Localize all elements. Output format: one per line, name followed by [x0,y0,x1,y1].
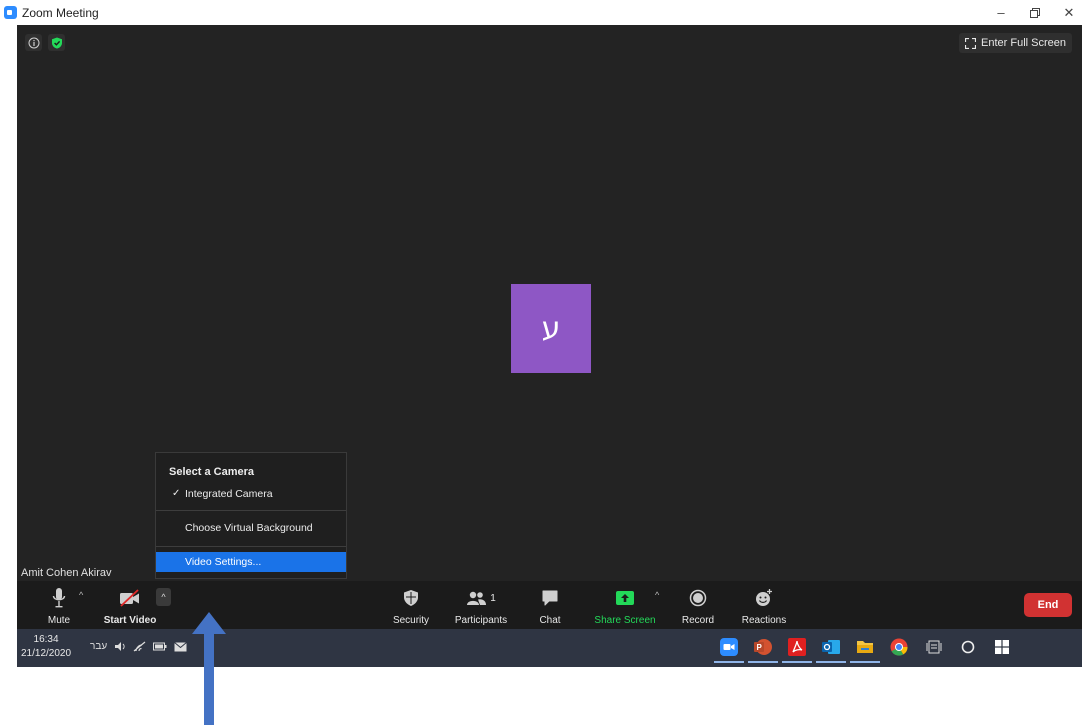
menu-item-label: Choose Virtual Background [185,522,313,534]
meeting-toolbar: Mute ^ Start Video ^ Security 1 Particip… [17,581,1082,629]
zoom-icon [720,638,738,656]
taskbar-powerpoint-app[interactable]: P [748,636,778,663]
taskbar-search-button[interactable] [957,636,979,658]
security-label: Security [392,615,430,626]
reactions-button[interactable]: Reactions [739,581,789,629]
meeting-info-button[interactable] [25,34,42,51]
video-off-icon [120,589,139,607]
shield-icon [404,590,418,606]
menu-item-video-settings[interactable]: Video Settings... [156,552,346,572]
share-screen-button[interactable]: Share Screen [592,581,658,629]
active-app-indicator [782,661,812,663]
share-screen-icon [616,591,634,605]
zoom-app-icon [4,6,17,19]
system-tray: עבר [90,641,187,652]
taskbar-chrome-app[interactable] [888,636,910,658]
mute-label: Mute [47,615,71,626]
meeting-top-icons [25,34,65,51]
encryption-shield-button[interactable] [48,34,65,51]
share-screen-label: Share Screen [594,615,656,626]
participants-label: Participants [454,615,508,626]
windows-taskbar: 16:34 21/12/2020 עבר P [17,629,1082,667]
chrome-icon [890,638,908,656]
taskbar-clock[interactable]: 16:34 21/12/2020 [21,633,71,661]
start-video-button[interactable]: Start Video [103,581,157,629]
menu-item-choose-virtual-background[interactable]: Choose Virtual Background [156,518,346,538]
reactions-label: Reactions [741,615,787,626]
fullscreen-label: Enter Full Screen [981,37,1066,49]
window-controls: – ✕ [984,0,1086,25]
keyboard-language[interactable]: עבר [90,641,107,652]
microphone-icon [52,588,66,608]
menu-divider [156,546,346,547]
audio-options-caret[interactable]: ^ [79,590,83,600]
battery-icon[interactable] [153,642,167,651]
taskbar-zoom-app[interactable] [714,636,744,663]
clock-time: 16:34 [33,634,59,645]
chat-button[interactable]: Chat [535,581,565,629]
clock-date: 21/12/2020 [21,648,72,659]
checkmark-icon: ✓ [172,488,181,499]
active-app-indicator [748,661,778,663]
select-camera-menu: Select a Camera ✓ Integrated Camera Choo… [155,452,347,579]
wifi-icon[interactable] [133,641,146,652]
record-button[interactable]: Record [680,581,716,629]
enter-full-screen-button[interactable]: Enter Full Screen [959,33,1072,53]
participants-button[interactable]: 1 Participants [450,581,512,629]
close-button[interactable]: ✕ [1052,0,1086,25]
task-view-icon [926,640,942,654]
info-icon [28,37,39,48]
restore-button[interactable] [1018,0,1052,25]
cortana-circle-icon [961,640,975,654]
taskbar-task-view-button[interactable] [923,636,945,658]
record-label: Record [681,615,715,626]
restore-icon [1030,7,1040,18]
end-meeting-button[interactable]: End [1024,593,1072,617]
outlook-icon [822,640,840,654]
start-video-label: Start Video [103,615,157,626]
svg-text:P: P [757,643,763,652]
participants-count: 1 [490,592,496,604]
powerpoint-icon: P [754,639,772,655]
window-titlebar: Zoom Meeting – ✕ [0,0,1086,25]
participant-name-label: Amit Cohen Akirav [21,567,112,579]
acrobat-icon [788,638,806,656]
menu-item-label: Integrated Camera [185,488,273,500]
mail-icon[interactable] [174,641,187,652]
chat-label: Chat [539,615,561,626]
taskbar-file-explorer-app[interactable] [850,636,880,663]
fullscreen-icon [965,37,977,49]
active-app-indicator [816,661,846,663]
annotation-arrow [192,612,226,725]
folder-icon [857,641,873,653]
share-options-caret[interactable]: ^ [655,590,659,600]
minimize-button[interactable]: – [984,0,1018,25]
participants-icon [467,591,487,605]
windows-logo-icon [995,640,1009,654]
participant-avatar: ע [511,284,591,373]
menu-divider [156,510,346,511]
record-icon [689,589,707,607]
speaker-icon[interactable] [114,641,126,652]
green-shield-icon [51,37,62,49]
security-button[interactable]: Security [388,581,434,629]
menu-item-label: Video Settings... [185,556,262,568]
active-app-indicator [714,661,744,663]
taskbar-start-button[interactable] [991,636,1013,658]
video-options-caret[interactable]: ^ [156,588,171,606]
menu-header: Select a Camera [169,466,254,478]
menu-item-integrated-camera[interactable]: ✓ Integrated Camera [156,484,346,504]
active-app-indicator [850,661,880,663]
mute-button[interactable]: Mute [42,581,76,629]
smiley-add-icon [756,589,772,606]
taskbar-outlook-app[interactable] [816,636,846,663]
taskbar-acrobat-app[interactable] [782,636,812,663]
chat-bubble-icon [542,590,558,606]
window-title: Zoom Meeting [22,5,99,20]
